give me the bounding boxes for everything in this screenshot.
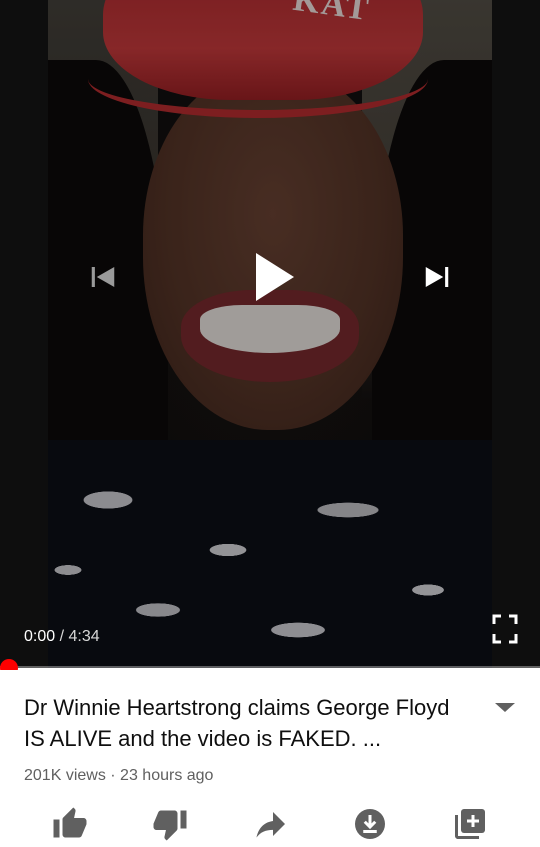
save-to-playlist-button[interactable] <box>452 806 488 842</box>
next-button[interactable] <box>420 260 454 294</box>
time-separator: / <box>55 628 69 645</box>
video-player[interactable]: KAT 0:00 / 4:34 <box>0 0 540 668</box>
share-button[interactable] <box>252 806 288 842</box>
playlist-add-icon <box>455 809 485 839</box>
duration: 4:34 <box>68 628 100 645</box>
time-display: 0:00 / 4:34 <box>24 628 100 646</box>
upload-age: 23 hours ago <box>120 767 214 784</box>
current-time: 0:00 <box>24 628 56 645</box>
like-button[interactable] <box>52 806 88 842</box>
thumb-down-icon <box>153 810 187 841</box>
dislike-button[interactable] <box>152 806 188 842</box>
share-icon <box>256 812 285 838</box>
action-bar <box>0 802 540 842</box>
fullscreen-button[interactable] <box>488 612 522 646</box>
meta-separator: · <box>105 767 121 784</box>
skip-next-icon <box>425 267 449 287</box>
video-title[interactable]: Dr Winnie Heartstrong claims George Floy… <box>24 692 464 754</box>
thumb-up-icon <box>53 807 87 838</box>
download-icon <box>355 809 385 839</box>
skip-previous-icon <box>91 267 115 287</box>
view-count: 201K views <box>24 767 106 784</box>
play-button[interactable] <box>248 248 300 306</box>
fullscreen-icon <box>492 614 518 644</box>
chevron-down-icon <box>495 703 515 712</box>
video-info: Dr Winnie Heartstrong claims George Floy… <box>0 670 540 842</box>
video-meta: 201K views · 23 hours ago <box>24 767 213 785</box>
expand-description-button[interactable] <box>492 698 518 718</box>
previous-button[interactable] <box>86 260 120 294</box>
controls-scrim <box>0 0 540 668</box>
download-button[interactable] <box>352 806 388 842</box>
play-icon <box>256 253 294 301</box>
